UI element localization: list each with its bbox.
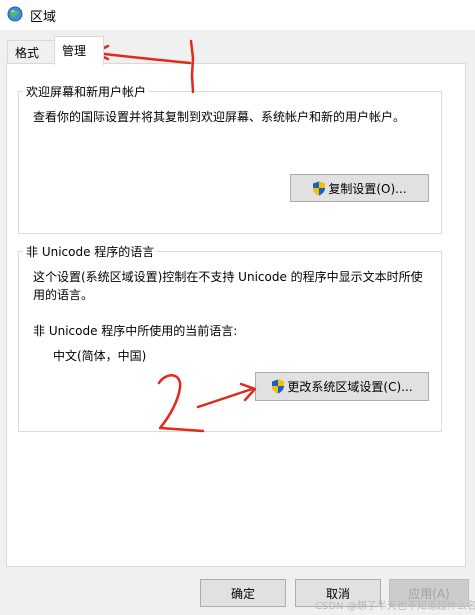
watermark: CSDN @想了半天也不知道起什么名 — [315, 601, 475, 612]
current-language-label: 非 Unicode 程序中所使用的当前语言: — [33, 324, 238, 338]
tab-management[interactable]: 管理 — [54, 36, 104, 65]
non-unicode-description-line1: 这个设置(系统区域设置)控制在不支持 Unicode 的程序中显示文本时所使 — [33, 270, 423, 284]
group-non-unicode: 非 Unicode 程序的语言 这个设置(系统区域设置)控制在不支持 Unico… — [18, 243, 442, 432]
title-bar: 区域 — [0, 0, 475, 30]
group-welcome-screen: 欢迎屏幕和新用户帐户 查看你的国际设置并将其复制到欢迎屏幕、系统帐户和新的用户帐… — [18, 83, 442, 234]
tab-format[interactable]: 格式 — [7, 40, 55, 64]
uac-shield-icon — [313, 181, 326, 195]
window-title: 区域 — [30, 10, 57, 25]
change-system-locale-button[interactable]: 更改系统区域设置(C)... — [255, 372, 429, 401]
non-unicode-description-line2: 用的语言。 — [33, 288, 94, 302]
welcome-description: 查看你的国际设置并将其复制到欢迎屏幕、系统帐户和新的用户帐户。 — [33, 110, 406, 124]
group-legend-welcome: 欢迎屏幕和新用户帐户 — [23, 83, 150, 100]
uac-shield-icon — [272, 379, 285, 394]
copy-settings-button[interactable]: 复制设置(O)... — [290, 174, 429, 202]
ok-button[interactable]: 确定 — [200, 579, 286, 607]
current-language-value: 中文(简体，中国) — [53, 349, 147, 363]
group-legend-non-unicode: 非 Unicode 程序的语言 — [23, 243, 158, 260]
copy-settings-label: 复制设置(O)... — [328, 181, 407, 196]
globe-icon — [7, 6, 23, 22]
tab-panel-management: 欢迎屏幕和新用户帐户 查看你的国际设置并将其复制到欢迎屏幕、系统帐户和新的用户帐… — [6, 63, 466, 567]
change-system-locale-label: 更改系统区域设置(C)... — [287, 380, 413, 394]
